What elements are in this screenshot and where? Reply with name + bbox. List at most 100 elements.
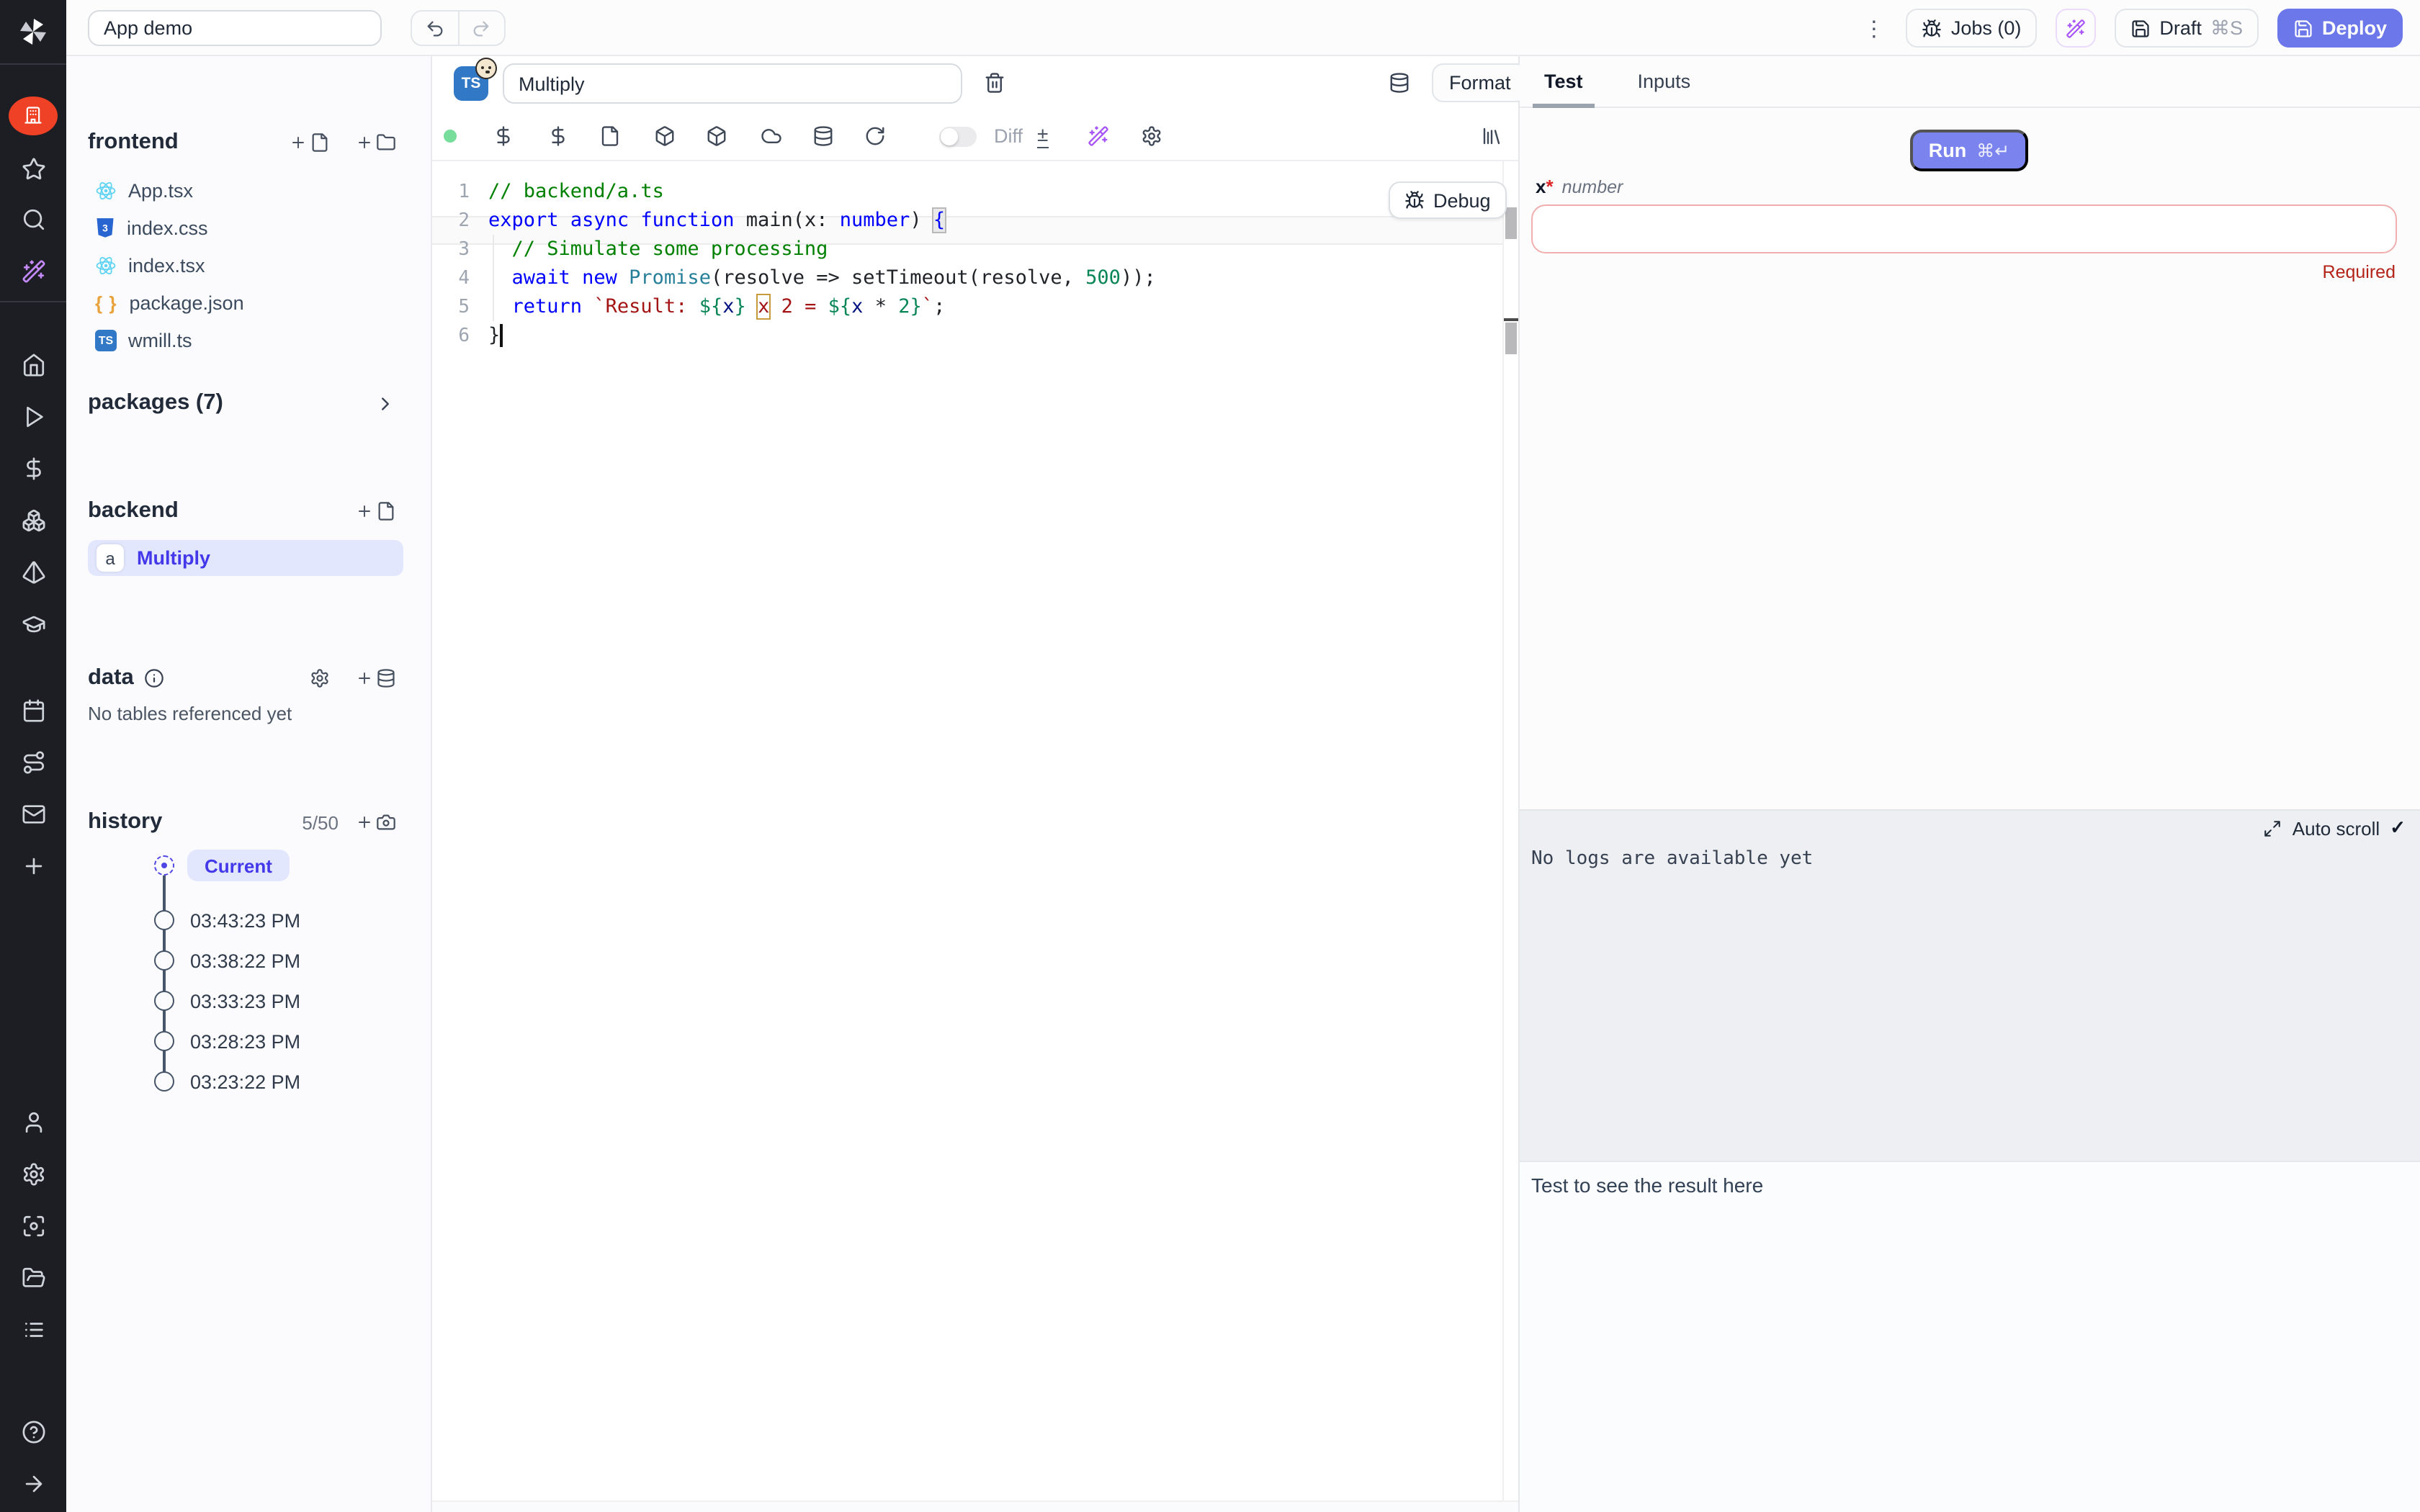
ai-wand-button[interactable] (2056, 9, 2096, 48)
library-icon[interactable] (1481, 125, 1502, 147)
jobs-button[interactable]: Jobs (0) (1906, 9, 2038, 48)
add-snapshot-button[interactable] (356, 812, 396, 832)
timeline-node[interactable] (154, 1071, 174, 1092)
add-file-button[interactable] (290, 132, 330, 153)
add-database-button[interactable] (356, 668, 396, 688)
audit-logs-button[interactable] (0, 1316, 66, 1342)
add-button[interactable] (0, 852, 66, 878)
plus-icon (356, 134, 373, 151)
script-name-input[interactable] (503, 63, 962, 104)
timeline-node[interactable] (154, 991, 174, 1011)
timeline-node[interactable] (154, 910, 174, 930)
variables-tool-icon[interactable] (493, 125, 514, 147)
tutorials-button[interactable] (0, 611, 66, 636)
tab-inputs[interactable]: Inputs (1638, 55, 1691, 107)
redo-button[interactable] (457, 12, 504, 45)
flows-button[interactable] (0, 749, 66, 775)
history-current[interactable]: Current (187, 850, 290, 881)
gear-icon[interactable] (310, 668, 330, 688)
backend-item-multiply[interactable]: a Multiply (88, 540, 403, 576)
file-row-index.tsx[interactable]: index.tsx (95, 251, 416, 279)
autoscroll-label[interactable]: Auto scroll (2293, 817, 2380, 839)
database-button[interactable] (1389, 72, 1410, 94)
help-button[interactable] (0, 1418, 66, 1444)
gear-icon (21, 1161, 45, 1186)
expand-logs-icon[interactable] (2264, 819, 2282, 837)
cloud-tool-icon[interactable] (761, 125, 782, 147)
workspace-button[interactable] (0, 95, 66, 135)
ai-tool-icon[interactable] (1088, 125, 1109, 147)
file-row-package.json[interactable]: { }package.json (95, 288, 416, 317)
diff-plusminus-icon[interactable]: ± (1037, 122, 1048, 148)
schedules-button[interactable] (0, 697, 66, 723)
code-line-3[interactable]: 3 // Simulate some processing (432, 235, 1502, 264)
home-icon (21, 352, 45, 377)
packages-section-header[interactable]: packages (7) (88, 389, 396, 418)
refresh-tool-icon[interactable] (864, 125, 886, 147)
undo-button[interactable] (412, 12, 457, 45)
runs-button[interactable] (0, 403, 66, 429)
format-button[interactable]: Format (1432, 63, 1528, 102)
file-tool-icon[interactable] (599, 125, 621, 147)
data-section-header: data (88, 664, 396, 693)
x-number-input[interactable] (1531, 204, 2397, 253)
add-script-button[interactable] (356, 501, 396, 521)
ai-assistant-button[interactable] (0, 258, 66, 284)
favorites-button[interactable] (0, 156, 66, 181)
settings-button[interactable] (0, 1161, 66, 1187)
more-menu-button[interactable]: ⋮ (1860, 9, 1888, 48)
folders-button[interactable] (0, 1264, 66, 1290)
chevron-right-icon[interactable] (375, 392, 396, 414)
settings-tool-icon[interactable] (1141, 125, 1162, 147)
timeline-node[interactable] (154, 950, 174, 971)
workers-button[interactable] (0, 1212, 66, 1238)
code-line-1[interactable]: 1// backend/a.ts (432, 177, 1502, 206)
file-row-wmill.ts[interactable]: TSwmill.ts (95, 325, 416, 354)
timeline-node[interactable] (154, 1031, 174, 1051)
expand-rail-button[interactable] (0, 1470, 66, 1496)
debug-button[interactable]: Debug (1389, 181, 1507, 219)
file-row-index.css[interactable]: 3index.css (95, 213, 416, 242)
code-editor[interactable]: 1// backend/a.ts2export async function m… (432, 161, 1502, 1500)
code-line-2[interactable]: 2export async function main(x: number) { (432, 206, 1502, 235)
user-button[interactable] (0, 1109, 66, 1135)
diff-toggle[interactable] (939, 127, 977, 147)
tab-test[interactable]: Test (1544, 55, 1583, 107)
folder-icon (376, 132, 396, 153)
react-icon (95, 179, 117, 201)
database-tool-icon[interactable] (812, 125, 834, 147)
history-timestamp[interactable]: 03:43:23 PM (190, 906, 300, 935)
draft-button[interactable]: Draft ⌘S (2115, 9, 2259, 48)
windmill-logo[interactable] (0, 12, 66, 52)
check-icon[interactable]: ✓ (2390, 816, 2406, 840)
timeline-current-node[interactable] (154, 855, 174, 876)
home-button[interactable] (0, 351, 66, 377)
arrow-right-icon (21, 1471, 45, 1495)
runner-tabs: Test Inputs (1520, 56, 2420, 108)
deploy-button[interactable]: Deploy (2277, 9, 2403, 48)
add-folder-button[interactable] (356, 132, 396, 153)
app-name-input[interactable] (88, 10, 382, 46)
draft-shortcut: ⌘S (2210, 17, 2243, 40)
history-timestamp[interactable]: 03:33:23 PM (190, 986, 300, 1015)
package-tool-icon[interactable] (654, 125, 676, 147)
user-icon (21, 1110, 45, 1134)
code-line-6[interactable]: 6} (432, 321, 1502, 350)
history-timestamp[interactable]: 03:38:22 PM (190, 946, 300, 975)
code-line-4[interactable]: 4 await new Promise(resolve => setTimeou… (432, 264, 1502, 292)
variables-button[interactable] (0, 455, 66, 481)
search-button[interactable] (0, 206, 66, 232)
resources-button[interactable] (0, 507, 66, 533)
secrets-tool-icon[interactable] (547, 125, 569, 147)
mail-button[interactable] (0, 801, 66, 827)
run-button[interactable]: Run ⌘↵ (1910, 130, 2028, 171)
script-badge: a (97, 544, 124, 572)
file-row-App.tsx[interactable]: App.tsx (95, 176, 416, 204)
trash-button[interactable] (984, 72, 1005, 94)
history-timestamp[interactable]: 03:23:22 PM (190, 1067, 300, 1096)
editor-scrollbar[interactable] (1502, 161, 1518, 1500)
triggers-button[interactable] (0, 559, 66, 585)
history-timestamp[interactable]: 03:28:23 PM (190, 1027, 300, 1056)
package2-tool-icon[interactable] (706, 125, 727, 147)
code-line-5[interactable]: 5 return `Result: ${x} x 2 = ${x * 2}`; (432, 292, 1502, 321)
